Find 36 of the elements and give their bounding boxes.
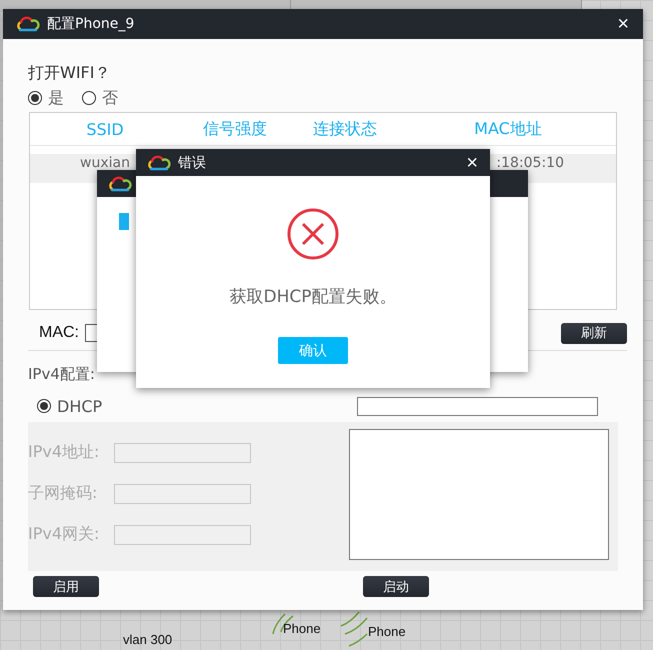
table-cell: :18:05:10 — [496, 155, 564, 171]
device-label: Phone — [283, 621, 321, 636]
field-label: IPv4网关: — [28, 524, 100, 545]
radio-button[interactable]: 否 — [82, 88, 118, 108]
cloud-icon — [107, 176, 133, 192]
close-button[interactable]: × — [615, 14, 631, 34]
close-button[interactable]: × — [464, 152, 480, 172]
field-label: IPv4地址: — [28, 442, 100, 463]
refresh-button[interactable]: 刷新 — [561, 322, 627, 344]
cloud-icon — [15, 16, 41, 32]
radio-button[interactable]: 是 — [28, 88, 64, 108]
device-label: Phone — [368, 624, 406, 639]
column-header: MAC地址 — [473, 118, 543, 140]
dialog-title: 错误 — [178, 154, 207, 172]
radio-circle[interactable] — [28, 91, 42, 105]
column-header: 连接状态 — [312, 118, 378, 140]
device-label: vlan 300 — [123, 632, 172, 647]
input-field[interactable] — [357, 396, 598, 416]
mac-label: MAC: — [39, 324, 79, 342]
table-cell: wuxian — [80, 155, 130, 171]
window-title: 配置Phone_9 — [47, 15, 136, 33]
cloud-icon — [146, 154, 172, 170]
field-label: 子网掩码: — [28, 483, 98, 504]
column-header: 信号强度 — [202, 118, 268, 140]
wifi-question: 打开WIFI？ — [28, 63, 110, 84]
radio-circle[interactable] — [82, 91, 96, 105]
radio-circle[interactable] — [37, 399, 51, 413]
enable-button[interactable]: 启用 — [33, 576, 99, 597]
radio-button[interactable]: DHCP — [37, 396, 357, 416]
start-button[interactable]: 启动 — [363, 576, 429, 597]
selection-marker — [119, 213, 129, 230]
column-header: SSID — [85, 120, 125, 138]
error-message: 获取DHCP配置失败。 — [230, 286, 396, 308]
ipv4-label: IPv4配置: — [28, 365, 95, 384]
text-area[interactable] — [349, 429, 609, 560]
error-icon — [286, 207, 340, 261]
